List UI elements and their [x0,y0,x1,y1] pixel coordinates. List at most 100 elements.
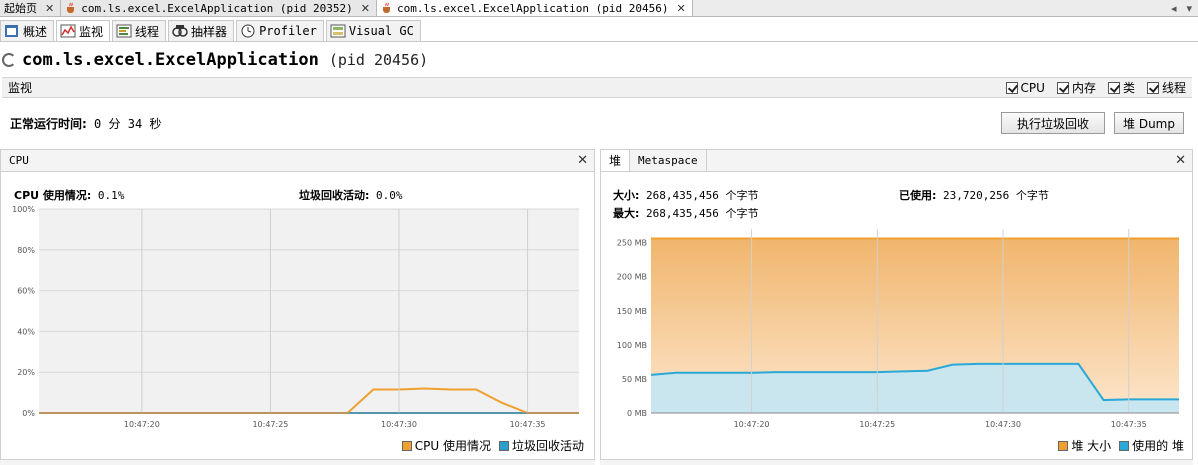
monitor-label: 监视 [8,81,33,95]
memory-checkbox[interactable]: 内存 [1056,79,1096,96]
classes-checkbox[interactable]: 类 [1107,79,1135,96]
tab-metaspace[interactable]: Metaspace [630,150,707,171]
perform-gc-button[interactable]: 执行垃圾回收 [1001,112,1105,134]
y-tick-label: 0 MB [627,409,647,418]
y-tick-label: 50 MB [622,375,647,384]
legend-label: CPU 使用情况 [414,439,491,453]
x-tick-label: 10:47:35 [1111,420,1147,429]
x-tick-label: 10:47:20 [124,420,160,429]
legend-item: 使用的 堆 [1119,437,1184,454]
gc-activity-stat: 垃圾回收活动: 0.0% [299,187,403,203]
tab-label: 监视 [79,24,104,39]
tab-navigation: ◂ ▾ [1171,0,1198,16]
tab-label: Visual GC [348,24,414,38]
tab-visual-gc[interactable]: Visual GC [325,20,421,41]
heap-used-label: 已使用: [899,189,937,202]
cpu-usage-label: CPU 使用情况: [14,189,92,202]
cpu-panel: CPU ✕ CPU 使用情况: 0.1% 垃圾回收活动: 0.0% 0% 20% 4… [0,149,595,465]
checkbox-label: 内存 [1071,81,1096,95]
heap-size-label: 大小: [613,189,640,202]
tab-monitor[interactable]: 监视 [56,20,111,41]
cpu-usage-value: 0.1% [97,189,125,202]
x-tick-label: 10:47:20 [734,420,770,429]
overview-icon [5,25,18,37]
cpu-checkbox[interactable]: CPU [1005,80,1045,95]
y-tick-label: 80% [17,246,35,255]
java-cup-icon [67,2,75,13]
y-tick-label: 100 MB [617,341,647,350]
tab-label: 抽样器 [191,24,228,39]
app-name: com.ls.excel.ExcelApplication [22,50,319,70]
uptime-value: 0 分 34 秒 [94,117,162,131]
checkbox-label: 线程 [1161,81,1186,95]
checkbox-checked-icon[interactable] [1056,81,1069,94]
panel-divider [600,459,1193,465]
doc-tab-pid-20352[interactable]: com.ls.excel.ExcelApplication (pid 20352… [61,0,377,16]
heap-chart: 0 MB 50 MB 100 MB 150 MB 200 MB 250 MB 10:47:2… [617,229,1179,429]
visualgc-icon [330,24,346,38]
legend-swatch [1119,440,1130,451]
x-tick-label: 10:47:35 [510,420,546,429]
doc-tab-pid-20456[interactable]: com.ls.excel.ExcelApplication (pid 20456… [376,0,693,16]
chevron-down-icon[interactable]: ▾ [1186,2,1192,15]
y-tick-label: 20% [17,368,35,377]
cpu-usage-stat: CPU 使用情况: 0.1% [14,187,124,203]
memory-panel-header: 堆 Metaspace ✕ [601,150,1192,172]
threads-icon [116,24,132,38]
java-cup-icon [382,2,390,13]
loading-spinner-icon [2,53,16,67]
profiler-icon [241,24,255,38]
checkbox-checked-icon[interactable] [1107,81,1120,94]
doc-tab-label: com.ls.excel.ExcelApplication (pid 20456… [396,1,669,15]
x-tick-label: 10:47:30 [985,420,1021,429]
y-tick-label: 60% [17,287,35,296]
legend-item: CPU 使用情况 [401,437,491,454]
cpu-panel-title: CPU [9,154,29,167]
doc-tab-label: com.ls.excel.ExcelApplication (pid 20352… [81,1,353,15]
y-tick-label: 200 MB [617,273,647,282]
gc-activity-label: 垃圾回收活动: [299,189,370,202]
close-icon[interactable]: ✕ [1175,153,1186,168]
cpu-chart-legend: CPU 使用情况 垃圾回收活动 [401,437,584,454]
sampler-icon [172,25,188,37]
view-tab-bar: 概述 监视 线程 抽样器 Profiler Visual GC [0,20,1198,42]
checkbox-checked-icon[interactable] [1005,81,1018,94]
panel-divider [0,459,595,465]
tab-profiler[interactable]: Profiler [236,20,324,41]
monitor-section-header: 监视 CPU 内存 类 线程 [2,77,1192,98]
document-tab-bar: 起始页 ✕ com.ls.excel.ExcelApplication (pid… [0,0,1198,17]
legend-label: 使用的 堆 [1132,439,1184,453]
legend-swatch [498,440,509,451]
monitor-icon [60,24,76,38]
page-title: com.ls.excel.ExcelApplication (pid 20456… [2,50,428,70]
heap-dump-button[interactable]: 堆 Dump [1114,112,1184,134]
y-tick-label: 150 MB [617,307,647,316]
tab-heap[interactable]: 堆 [601,150,631,171]
doc-tab-start-page[interactable]: 起始页 ✕ [0,0,62,16]
y-tick-label: 250 MB [617,239,647,248]
legend-swatch [1058,440,1069,451]
legend-label: 堆 大小 [1071,439,1112,453]
heap-size-value: 268,435,456 个字节 [646,189,759,202]
cpu-panel-header: CPU ✕ [1,150,594,172]
legend-item: 垃圾回收活动 [498,437,584,454]
tab-label: 线程 [135,24,160,39]
checkbox-checked-icon[interactable] [1146,81,1159,94]
heap-used-stat: 已使用: 23,720,256 个字节 [899,187,1049,203]
x-tick-label: 10:47:25 [252,420,288,429]
threads-checkbox[interactable]: 线程 [1146,79,1186,96]
close-icon[interactable]: ✕ [45,2,54,15]
close-icon[interactable]: ✕ [577,153,588,168]
y-tick-label: 0% [22,409,35,418]
doc-tab-label: 起始页 [4,2,37,15]
close-icon[interactable]: ✕ [677,2,686,15]
chevron-left-icon[interactable]: ◂ [1171,2,1177,15]
tab-sampler[interactable]: 抽样器 [168,20,235,41]
tab-label: Profiler [259,24,317,38]
close-icon[interactable]: ✕ [361,2,370,15]
uptime-label: 正常运行时间: [10,117,87,131]
tab-threads[interactable]: 线程 [112,20,167,41]
heap-used-value: 23,720,256 个字节 [943,189,1049,202]
tab-overview[interactable]: 概述 [0,20,55,41]
checkbox-label: CPU [1020,80,1045,95]
